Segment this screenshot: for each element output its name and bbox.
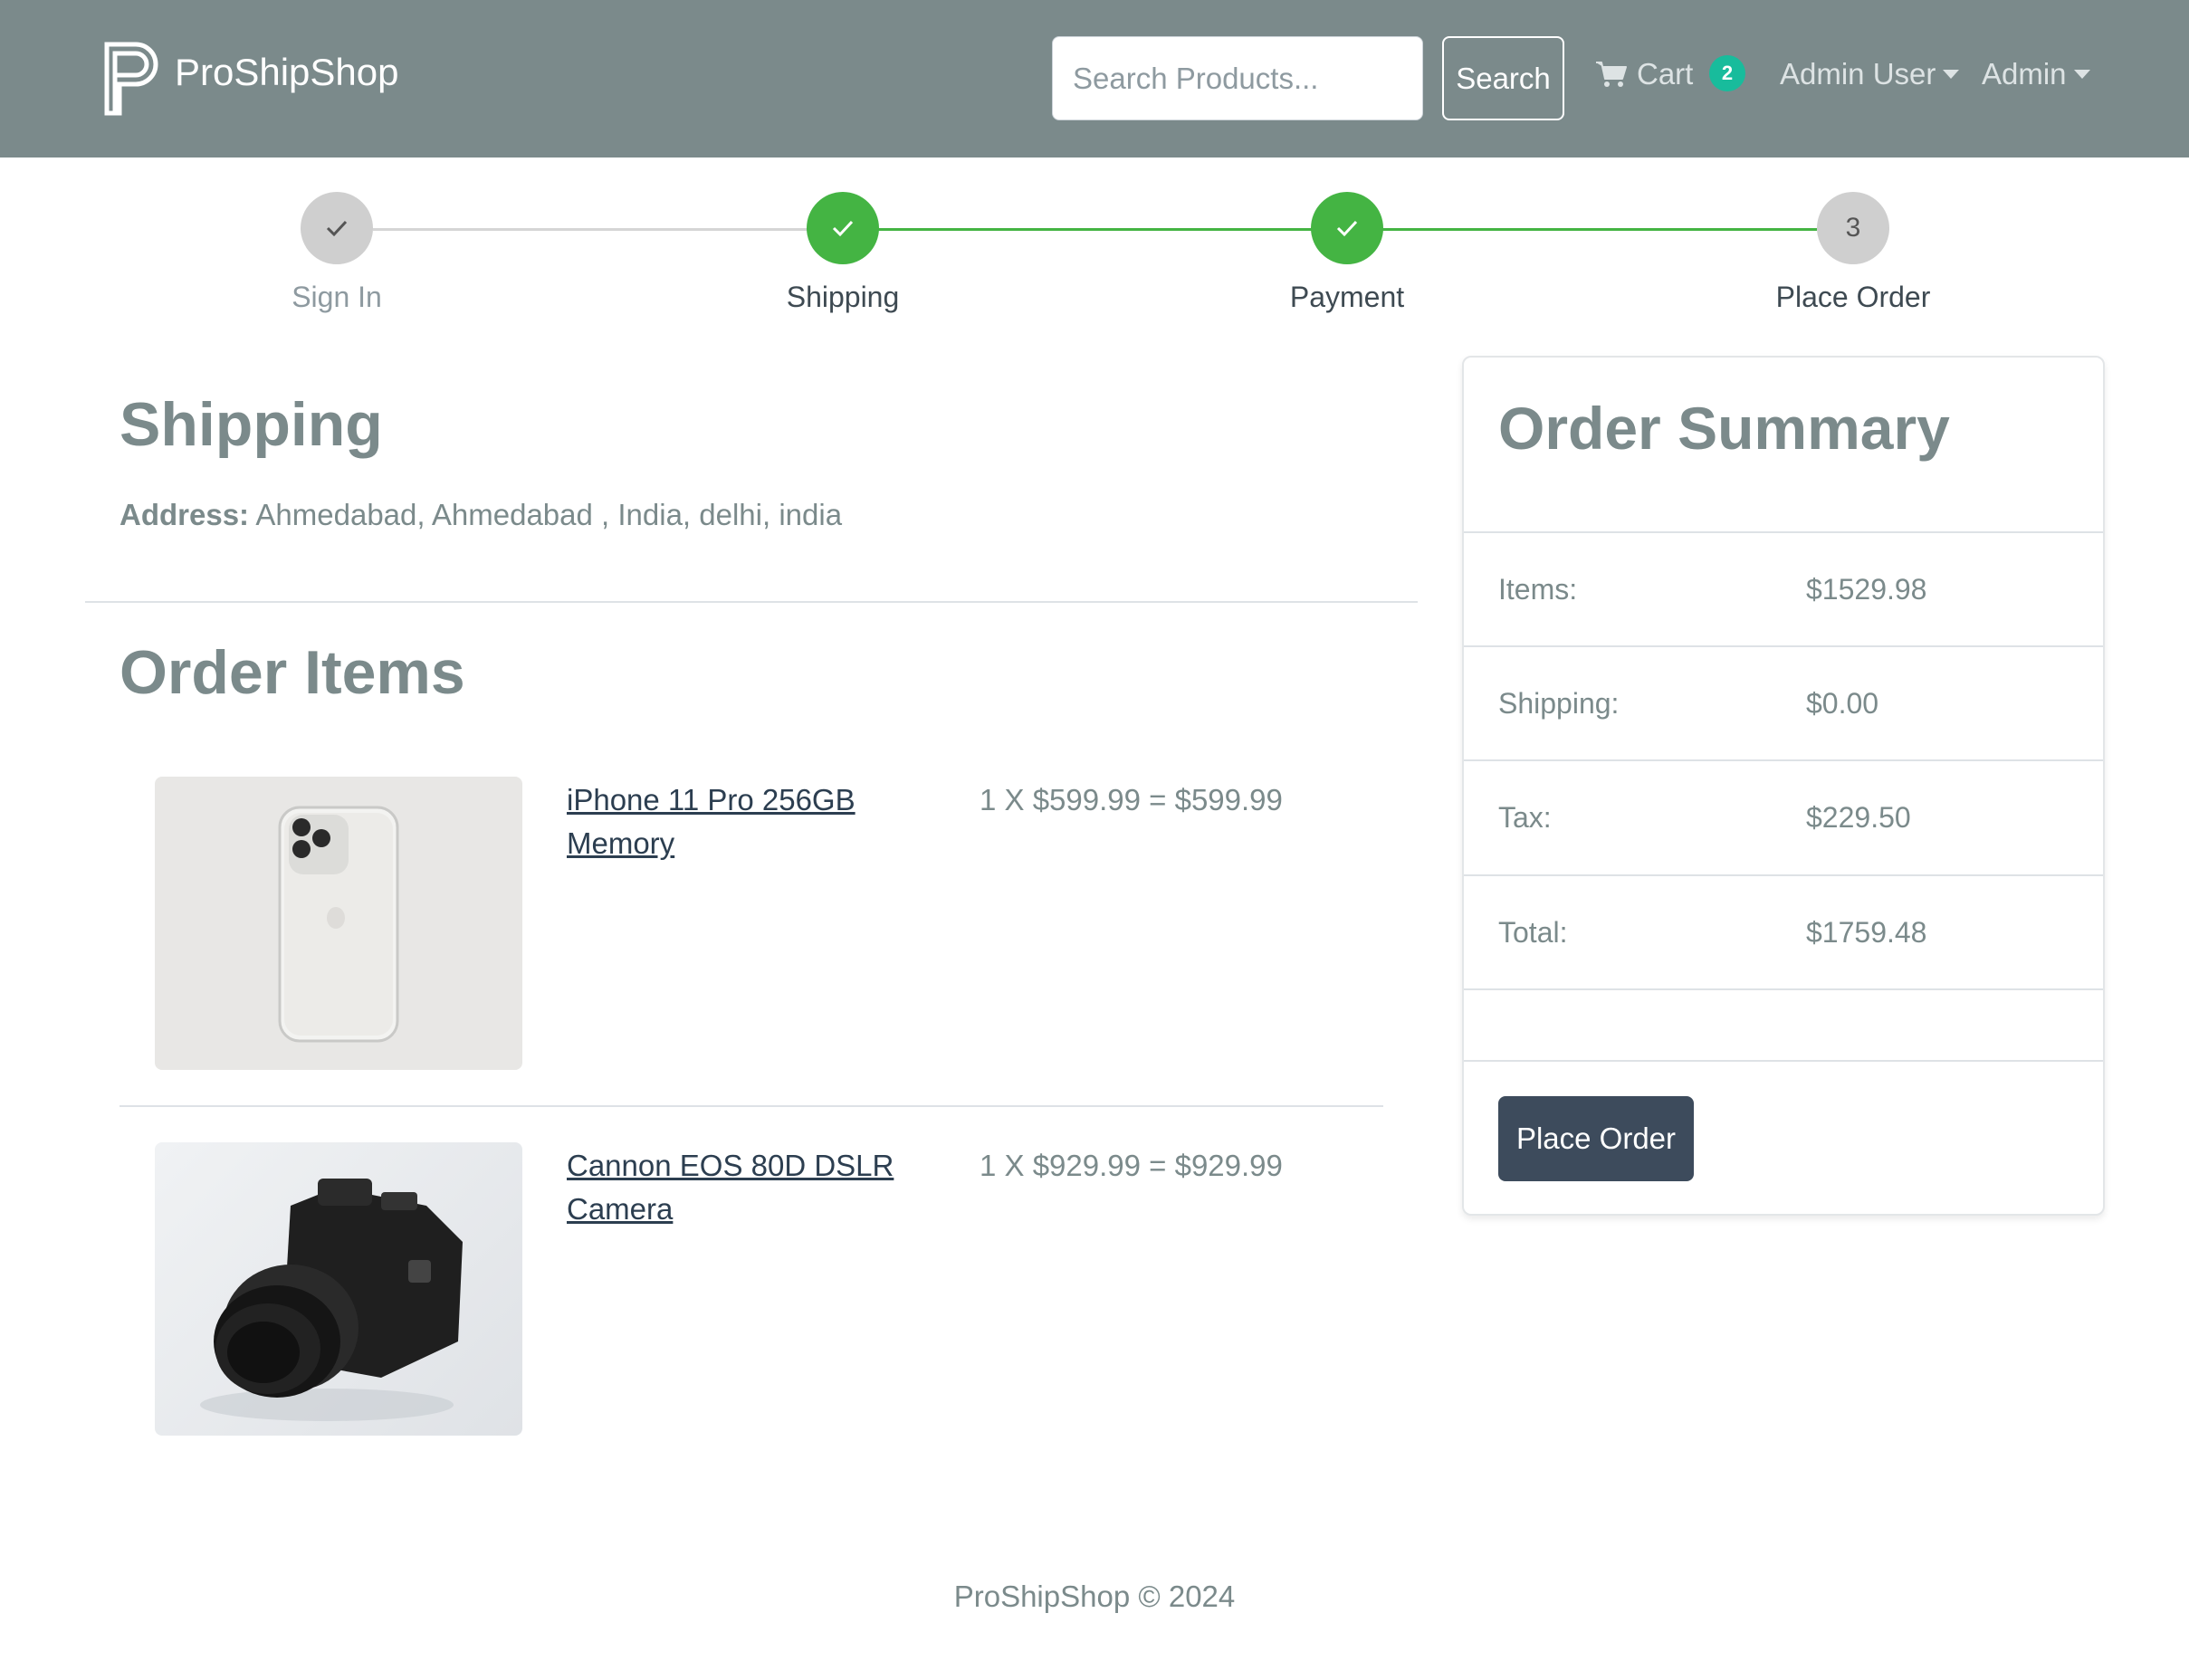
user-menu-label: Admin User (1780, 57, 1936, 91)
step-number: 3 (1845, 213, 1861, 243)
order-items-heading: Order Items (119, 638, 465, 707)
summary-tax-value: $229.50 (1806, 801, 1911, 834)
summary-shipping-label: Shipping: (1498, 687, 1620, 720)
summary-divider (1464, 874, 2103, 876)
footer-copyright: ProShipShop © 2024 (953, 1580, 1236, 1613)
summary-items-value: $1529.98 (1806, 573, 1927, 606)
summary-total-value: $1759.48 (1806, 916, 1927, 949)
user-menu-dropdown[interactable]: Admin User (1780, 54, 1960, 94)
step-connector (878, 228, 1313, 231)
item-price-line: 1 X $599.99 = $599.99 (980, 783, 1283, 816)
cart-link[interactable]: Cart (1595, 54, 1693, 94)
summary-shipping-value: $0.00 (1806, 687, 1879, 720)
brand-name[interactable]: ProShipShop (175, 51, 399, 94)
item-price-line: 1 X $929.99 = $929.99 (980, 1149, 1283, 1182)
step-label-sign-in[interactable]: Sign In (201, 281, 473, 314)
step-label-place-order[interactable]: Place Order (1717, 281, 1989, 314)
summary-divider (1464, 1060, 2103, 1062)
check-icon (326, 220, 348, 237)
summary-divider (1464, 645, 2103, 647)
cart-label: Cart (1637, 57, 1694, 91)
step-payment-marker (1311, 192, 1383, 264)
brand-logo-icon[interactable] (103, 41, 161, 117)
admin-menu-dropdown[interactable]: Admin (1982, 54, 2090, 94)
item-divider (119, 1105, 1383, 1107)
admin-menu-label: Admin (1982, 57, 2067, 91)
order-summary-heading: Order Summary (1498, 395, 1950, 462)
shipping-heading: Shipping (119, 390, 383, 459)
step-connector (373, 228, 808, 231)
cart-count-badge: 2 (1709, 55, 1745, 91)
search-input[interactable] (1052, 36, 1423, 120)
address-label: Address: (119, 498, 250, 531)
step-place-order-marker: 3 (1817, 192, 1889, 264)
step-label-shipping[interactable]: Shipping (707, 281, 979, 314)
step-shipping-marker (807, 192, 879, 264)
search-button[interactable]: Search (1442, 36, 1564, 120)
summary-tax-label: Tax: (1498, 801, 1552, 834)
product-link-iphone[interactable]: iPhone 11 Pro 256GB Memory (567, 778, 911, 865)
step-label-payment[interactable]: Payment (1211, 281, 1483, 314)
summary-divider (1464, 988, 2103, 990)
summary-items-label: Items: (1498, 573, 1578, 606)
check-icon (832, 220, 854, 237)
iphone-product-image (155, 777, 522, 1070)
address-value: Ahmedabad, Ahmedabad , India, delhi, ind… (255, 498, 843, 531)
summary-divider (1464, 759, 2103, 761)
step-connector (1382, 228, 1817, 231)
shipping-address: Address: Ahmedabad, Ahmedabad , India, d… (119, 498, 842, 532)
caret-down-icon (2073, 70, 2090, 79)
summary-total-label: Total: (1498, 916, 1568, 949)
shopping-cart-icon (1596, 62, 1627, 87)
caret-down-icon (1943, 70, 1960, 79)
check-icon (1336, 220, 1358, 237)
step-sign-in-marker (301, 192, 373, 264)
navbar: ProShipShop Search Cart 2 Admin User Adm… (0, 0, 2189, 158)
place-order-button[interactable]: Place Order (1498, 1096, 1694, 1181)
camera-product-image (155, 1142, 522, 1436)
order-summary-card: Order Summary Items: $1529.98 Shipping: … (1462, 356, 2105, 1216)
section-divider (85, 601, 1418, 603)
summary-divider (1464, 531, 2103, 533)
product-link-camera[interactable]: Cannon EOS 80D DSLR Camera (567, 1144, 911, 1231)
